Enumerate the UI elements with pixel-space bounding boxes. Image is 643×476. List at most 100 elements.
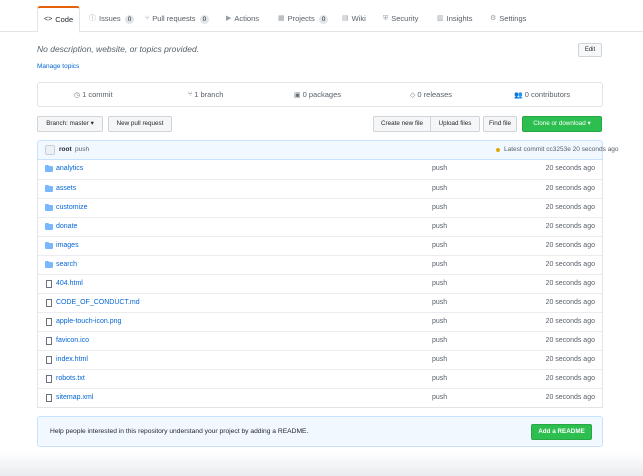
add-readme-button[interactable]: Add a README <box>531 424 592 440</box>
avatar[interactable] <box>45 145 55 155</box>
edit-description-button[interactable]: Edit <box>578 43 602 57</box>
file-row[interactable]: index.html push 20 seconds ago <box>38 350 602 369</box>
tab-code[interactable]: <> Code <box>37 6 81 33</box>
file-name-link[interactable]: 404.html <box>56 280 83 287</box>
file-icon <box>46 318 52 326</box>
projects-counter: 0 <box>318 14 329 24</box>
tab-wiki[interactable]: ▤ Wiki <box>336 6 372 32</box>
history-icon: ◷ <box>74 91 81 99</box>
tab-actions-label: Actions <box>234 14 259 23</box>
file-commit-message[interactable]: push <box>432 165 447 172</box>
page-bottom-shadow <box>0 452 643 476</box>
packages-link[interactable]: ▣ 0 packages <box>294 90 341 99</box>
file-row[interactable]: robots.txt push 20 seconds ago <box>38 369 602 388</box>
contributors-count: 0 contributors <box>524 90 571 99</box>
file-name-link[interactable]: robots.txt <box>56 375 85 382</box>
file-row[interactable]: CODE_OF_CONDUCT.md push 20 seconds ago <box>38 293 602 312</box>
file-age: 20 seconds ago <box>545 299 595 306</box>
file-age: 20 seconds ago <box>545 204 595 211</box>
branch-select-button[interactable]: Branch: master ▾ <box>37 116 103 132</box>
people-icon: 👥 <box>514 91 523 99</box>
tab-insights[interactable]: ▥ Insights <box>431 6 478 32</box>
tab-actions[interactable]: ▶ Actions <box>220 6 265 32</box>
file-row[interactable]: analytics push 20 seconds ago <box>38 160 602 179</box>
branches-link[interactable]: ⑂ 1 branch <box>188 90 223 99</box>
packages-count: 0 packages <box>302 90 341 99</box>
file-row[interactable]: apple-touch-icon.png push 20 seconds ago <box>38 312 602 331</box>
file-row[interactable]: 404.html push 20 seconds ago <box>38 274 602 293</box>
file-list: analytics push 20 seconds ago assets push 20 … <box>37 160 603 408</box>
file-name-link[interactable]: sitemap.xml <box>56 394 93 401</box>
file-commit-message[interactable]: push <box>432 223 447 230</box>
file-row[interactable]: customize push 20 seconds ago <box>38 198 602 217</box>
folder-icon <box>45 185 53 192</box>
file-age: 20 seconds ago <box>545 375 595 382</box>
issues-counter: 0 <box>124 14 135 24</box>
tab-wiki-label: Wiki <box>351 14 366 23</box>
issue-icon: ⓘ <box>89 15 96 22</box>
file-commit-message[interactable]: push <box>432 394 447 401</box>
file-age: 20 seconds ago <box>545 337 595 344</box>
file-name-link[interactable]: favicon.ico <box>56 337 89 344</box>
file-age: 20 seconds ago <box>545 280 595 287</box>
code-icon: <> <box>44 16 53 23</box>
file-commit-message[interactable]: push <box>432 356 447 363</box>
file-row[interactable]: donate push 20 seconds ago <box>38 217 602 236</box>
file-icon <box>46 394 52 402</box>
releases-link[interactable]: ◇ 0 releases <box>410 90 452 99</box>
upload-files-button[interactable]: Upload files <box>430 116 480 132</box>
file-name-link[interactable]: index.html <box>56 356 88 363</box>
tab-security[interactable]: ⛨ Security <box>377 6 424 32</box>
file-row[interactable]: assets push 20 seconds ago <box>38 179 602 198</box>
file-name-link[interactable]: analytics <box>56 165 83 172</box>
file-row[interactable]: search push 20 seconds ago <box>38 255 602 274</box>
latest-commit-info[interactable]: Latest commit cc3253e 20 seconds ago <box>504 146 619 153</box>
file-commit-message[interactable]: push <box>432 280 447 287</box>
commit-status-dot[interactable] <box>496 148 500 152</box>
create-new-file-button[interactable]: Create new file <box>373 116 431 132</box>
file-commit-message[interactable]: push <box>432 375 447 382</box>
file-name-link[interactable]: donate <box>56 223 77 230</box>
file-name-link[interactable]: customize <box>56 204 88 211</box>
file-commit-message[interactable]: push <box>432 204 447 211</box>
file-row[interactable]: images push 20 seconds ago <box>38 236 602 255</box>
manage-topics-link[interactable]: Manage topics <box>37 63 79 70</box>
file-icon <box>46 280 52 288</box>
file-age: 20 seconds ago <box>545 185 595 192</box>
folder-icon <box>45 165 53 172</box>
file-name-link[interactable]: apple-touch-icon.png <box>56 318 121 325</box>
commits-link[interactable]: ◷ 1 commit <box>74 90 113 99</box>
file-name-link[interactable]: images <box>56 242 79 249</box>
file-name-link[interactable]: CODE_OF_CONDUCT.md <box>56 299 140 306</box>
find-file-button[interactable]: Find file <box>483 116 517 132</box>
file-commit-message[interactable]: push <box>432 299 447 306</box>
file-commit-message[interactable]: push <box>432 337 447 344</box>
tab-issues[interactable]: ⓘ Issues 0 <box>83 6 140 32</box>
file-commit-message[interactable]: push <box>432 318 447 325</box>
contributors-link[interactable]: 👥 0 contributors <box>514 90 570 99</box>
new-pull-request-button[interactable]: New pull request <box>108 116 172 132</box>
tab-code-label: Code <box>55 15 74 24</box>
file-age: 20 seconds ago <box>545 356 595 363</box>
file-icon <box>46 375 52 383</box>
file-commit-message[interactable]: push <box>432 261 447 268</box>
commit-author[interactable]: root <box>59 146 72 153</box>
file-age: 20 seconds ago <box>545 223 595 230</box>
file-row[interactable]: favicon.ico push 20 seconds ago <box>38 331 602 350</box>
file-commit-message[interactable]: push <box>432 242 447 249</box>
graph-icon: ▥ <box>437 15 444 22</box>
file-icon <box>46 356 52 364</box>
file-row[interactable]: sitemap.xml push 20 seconds ago <box>38 388 602 407</box>
tab-pull-requests[interactable]: ⑂ Pull requests 0 <box>139 6 215 32</box>
file-name-link[interactable]: assets <box>56 185 76 192</box>
pull-request-icon: ⑂ <box>145 15 150 22</box>
file-commit-message[interactable]: push <box>432 185 447 192</box>
tab-settings-label: Settings <box>499 14 527 23</box>
tab-projects[interactable]: ▦ Projects 0 <box>272 6 334 32</box>
commits-count: 1 commit <box>82 90 113 99</box>
clone-or-download-button[interactable]: Clone or download ▾ <box>522 116 602 132</box>
tab-settings[interactable]: ⚙ Settings <box>484 6 532 32</box>
commit-message[interactable]: push <box>75 146 89 153</box>
repo-nav: <> Code ⓘ Issues 0 ⑂ Pull requests 0 ▶ A… <box>0 0 643 33</box>
file-name-link[interactable]: search <box>56 261 77 268</box>
